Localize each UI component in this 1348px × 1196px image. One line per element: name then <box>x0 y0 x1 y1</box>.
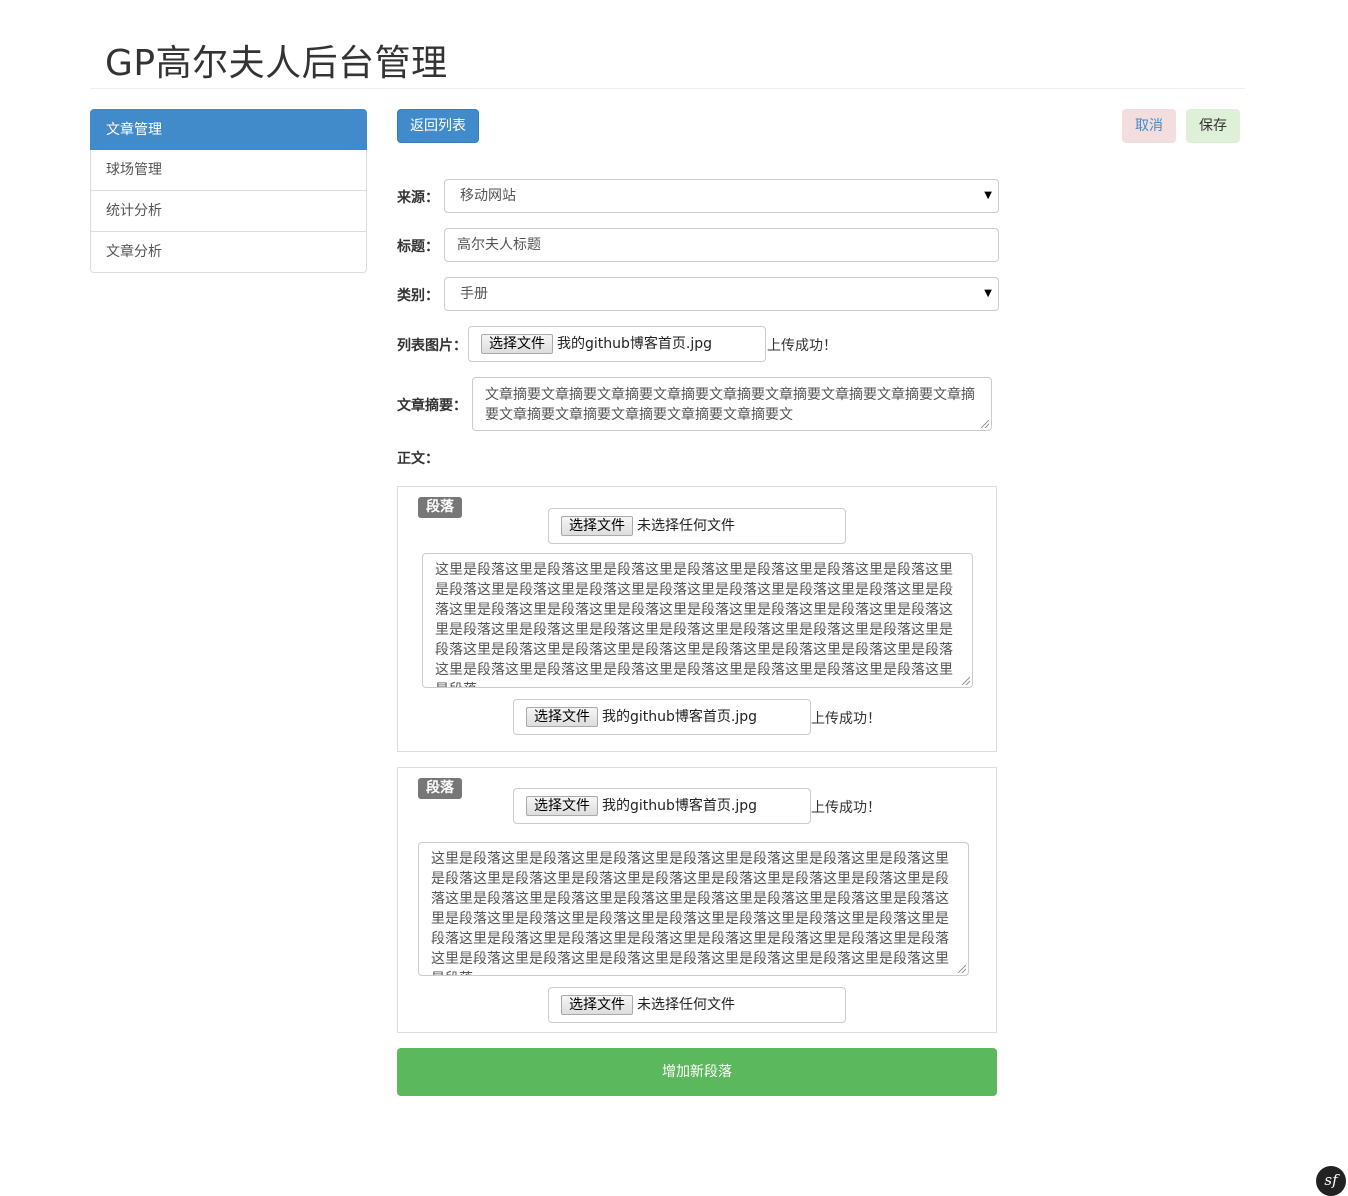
body-label: 正文： <box>397 451 439 467</box>
sidebar-item-article-management[interactable]: 文章管理 <box>90 109 367 150</box>
paragraph-text: 这里是段落这里是段落这里是段落这里是段落这里是段落这里是段落这里是段落这里是段落… <box>435 562 953 687</box>
paragraph-bottom-file-input[interactable]: 选择文件 未选择任何文件 <box>548 987 846 1023</box>
paragraph-text: 这里是段落这里是段落这里是段落这里是段落这里是段落这里是段落这里是段落这里是段落… <box>431 851 949 975</box>
source-select-value: 移动网站 <box>460 188 516 204</box>
source-label: 来源： <box>397 190 439 206</box>
upload-status: 上传成功！ <box>811 711 881 727</box>
paragraph-badge: 段落 <box>418 497 462 518</box>
title-divider <box>90 88 1245 89</box>
paragraph-panel: 段落 选择文件 我的github博客首页.jpg 上传成功！ 这里是段落这里是段… <box>397 767 997 1033</box>
sidebar-item-statistics[interactable]: 统计分析 <box>90 191 367 232</box>
paragraph-top-file-input[interactable]: 选择文件 我的github博客首页.jpg <box>513 788 811 824</box>
paragraph-textarea[interactable]: 这里是段落这里是段落这里是段落这里是段落这里是段落这里是段落这里是段落这里是段落… <box>418 842 969 976</box>
cancel-button[interactable]: 取消 <box>1122 109 1176 143</box>
resize-grip-icon[interactable] <box>962 677 970 685</box>
paragraph-panel: 段落 选择文件 未选择任何文件 这里是段落这里是段落这里是段落这里是段落这里是段… <box>397 486 997 752</box>
sidebar-item-article-analysis[interactable]: 文章分析 <box>90 232 367 273</box>
summary-label: 文章摘要： <box>397 398 467 414</box>
list-image-file-input[interactable]: 选择文件 我的github博客首页.jpg <box>468 326 766 362</box>
title-label: 标题： <box>397 239 439 255</box>
list-image-label: 列表图片： <box>397 338 467 354</box>
paragraph-textarea[interactable]: 这里是段落这里是段落这里是段落这里是段落这里是段落这里是段落这里是段落这里是段落… <box>422 553 973 688</box>
file-name: 未选择任何文件 <box>637 997 735 1013</box>
category-label: 类别： <box>397 288 439 304</box>
choose-file-button[interactable]: 选择文件 <box>561 516 633 536</box>
file-name: 我的github博客首页.jpg <box>557 336 713 352</box>
dropdown-arrow-icon: ▼ <box>984 288 992 299</box>
page-title: GP高尔夫人后台管理 <box>105 43 448 84</box>
sidebar-nav: 文章管理 球场管理 统计分析 文章分析 <box>90 109 367 273</box>
resize-grip-icon[interactable] <box>981 420 989 428</box>
summary-text: 文章摘要文章摘要文章摘要文章摘要文章摘要文章摘要文章摘要文章摘要文章摘要文章摘要… <box>485 387 975 423</box>
back-to-list-button[interactable]: 返回列表 <box>397 109 479 143</box>
file-name: 未选择任何文件 <box>637 518 735 534</box>
file-name: 我的github博客首页.jpg <box>602 798 758 814</box>
add-paragraph-button[interactable]: 增加新段落 <box>397 1048 997 1096</box>
paragraph-badge: 段落 <box>418 778 462 799</box>
choose-file-button[interactable]: 选择文件 <box>526 707 598 727</box>
category-select[interactable]: 手册 ▼ <box>444 277 999 311</box>
save-button[interactable]: 保存 <box>1186 109 1240 143</box>
resize-grip-icon[interactable] <box>958 965 966 973</box>
paragraph-bottom-file-input[interactable]: 选择文件 我的github博客首页.jpg <box>513 699 811 735</box>
choose-file-button[interactable]: 选择文件 <box>561 995 633 1015</box>
title-input[interactable]: 高尔夫人标题 <box>444 228 999 262</box>
paragraph-top-file-input[interactable]: 选择文件 未选择任何文件 <box>548 508 846 544</box>
dropdown-arrow-icon: ▼ <box>984 190 992 201</box>
category-select-value: 手册 <box>460 286 488 302</box>
symfony-icon[interactable]: sf <box>1316 1166 1346 1196</box>
upload-status: 上传成功！ <box>767 338 837 354</box>
summary-textarea[interactable]: 文章摘要文章摘要文章摘要文章摘要文章摘要文章摘要文章摘要文章摘要文章摘要文章摘要… <box>472 377 992 431</box>
choose-file-button[interactable]: 选择文件 <box>481 334 553 354</box>
source-select[interactable]: 移动网站 ▼ <box>444 179 999 213</box>
choose-file-button[interactable]: 选择文件 <box>526 796 598 816</box>
file-name: 我的github博客首页.jpg <box>602 709 758 725</box>
upload-status: 上传成功！ <box>811 800 881 816</box>
sidebar-item-course-management[interactable]: 球场管理 <box>90 150 367 191</box>
